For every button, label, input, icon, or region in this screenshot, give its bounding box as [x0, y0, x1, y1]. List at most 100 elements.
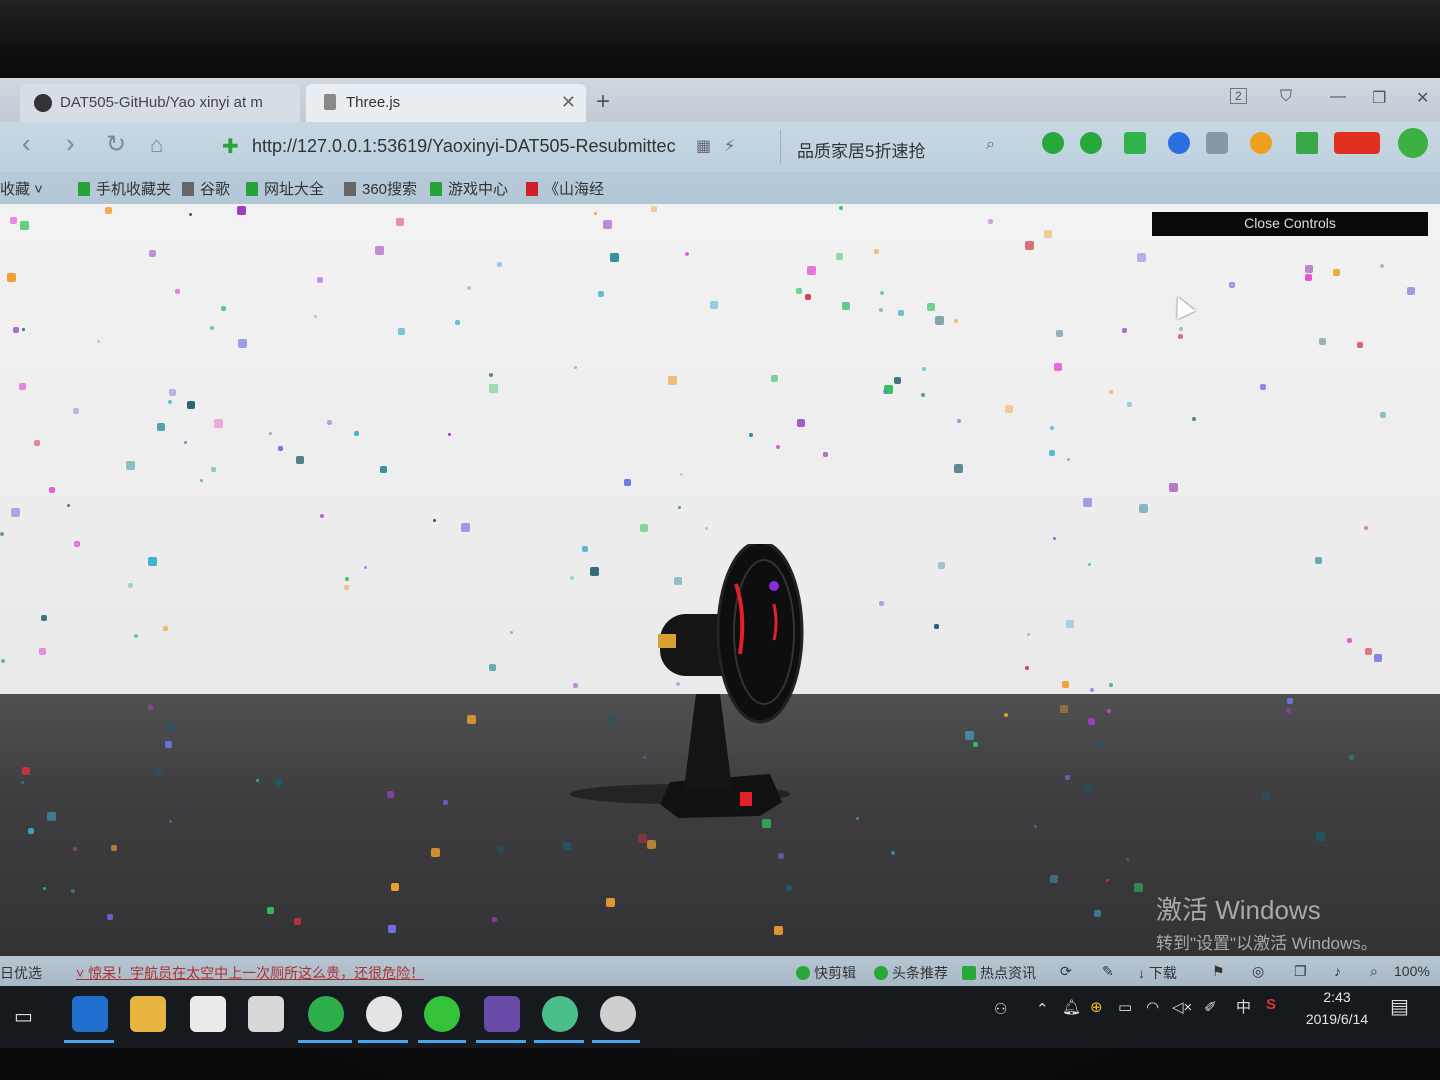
people-icon[interactable]: ⚇: [994, 1000, 1007, 1018]
particle: [364, 566, 367, 569]
task-view-icon[interactable]: ▭: [14, 1004, 33, 1029]
particle: [1333, 269, 1340, 276]
360-browser-icon[interactable]: [308, 996, 344, 1032]
minimize-icon[interactable]: —: [1330, 88, 1346, 106]
edge-icon[interactable]: [72, 996, 108, 1032]
status-item-headlines[interactable]: 头条推荐: [874, 963, 948, 983]
app-icon[interactable]: [366, 996, 402, 1032]
daily-picks-label[interactable]: 日优选: [0, 963, 42, 983]
particle: [1122, 328, 1127, 333]
wifi-icon[interactable]: ◠: [1146, 998, 1159, 1016]
particle: [278, 446, 283, 451]
store-icon[interactable]: [190, 996, 226, 1032]
particle: [807, 266, 816, 275]
close-tab-icon[interactable]: ✕: [561, 92, 576, 113]
particle: [891, 851, 895, 855]
plus-badge-icon[interactable]: ⊕: [1090, 998, 1103, 1016]
pen-icon[interactable]: ✐: [1204, 998, 1217, 1016]
home-icon[interactable]: ⌂: [150, 132, 163, 158]
new-tab-button[interactable]: +: [596, 88, 610, 116]
scissors-icon[interactable]: [1124, 132, 1146, 154]
chrome-like-icon[interactable]: [542, 996, 578, 1032]
back-icon[interactable]: ‹: [22, 128, 31, 159]
particle: [431, 848, 440, 857]
particle: [1027, 633, 1030, 636]
particle: [1137, 253, 1146, 262]
close-controls-button[interactable]: Close Controls: [1152, 212, 1428, 236]
particle: [1286, 708, 1291, 713]
media-icon[interactable]: [484, 996, 520, 1032]
magnifier-icon[interactable]: [1168, 132, 1190, 154]
particle: [1126, 858, 1129, 861]
bell-icon[interactable]: 🔔︎: [1062, 998, 1081, 1016]
speaker-icon[interactable]: ♪: [1334, 963, 1341, 979]
tab-github[interactable]: DAT505-GitHub/Yao xinyi at m: [20, 84, 300, 122]
particle: [610, 253, 619, 262]
search-box[interactable]: 品质家居5折速抢: [780, 130, 1010, 164]
bookmark-shanhai[interactable]: 《山海经: [526, 178, 604, 199]
watermark-subtitle: 转到"设置"以激活 Windows。: [1156, 934, 1378, 953]
file-explorer-icon[interactable]: [130, 996, 166, 1032]
window-icon[interactable]: ❐: [1294, 963, 1307, 980]
particle: [836, 253, 843, 260]
search-icon[interactable]: ⌕: [986, 136, 995, 154]
address-bar[interactable]: ✚ http://127.0.0.1:53619/Yaoxinyi-DAT505…: [212, 130, 772, 164]
fan-stand: [684, 694, 732, 789]
mascot-icon[interactable]: [1398, 128, 1428, 158]
particle: [1139, 504, 1148, 513]
reload-icon[interactable]: ↻: [106, 130, 126, 159]
system-clock[interactable]: 2:43 2019/6/14: [1302, 986, 1372, 1030]
tab-threejs[interactable]: Three.js ✕: [306, 84, 586, 122]
mail-icon[interactable]: [248, 996, 284, 1032]
ime-indicator[interactable]: 中: [1236, 996, 1251, 1017]
clock-time: 2:43: [1323, 989, 1351, 1005]
notification-icon[interactable]: ▤: [1390, 994, 1409, 1019]
particle: [1134, 883, 1143, 892]
qr-icon[interactable]: ▦: [696, 136, 711, 156]
news-ticker[interactable]: ˅ 惊呆！宇航员在太空中上一次厕所这么贵，还很危险！: [76, 963, 424, 983]
pin-icon[interactable]: ✎: [1102, 963, 1114, 980]
bookmark-360search[interactable]: 360搜索: [344, 178, 417, 199]
bookmark-google[interactable]: 谷歌: [182, 178, 230, 199]
lightning-icon[interactable]: ⚡: [724, 136, 735, 156]
forward-icon[interactable]: ›: [66, 128, 75, 159]
gamepad-icon[interactable]: [1206, 132, 1228, 154]
particle: [97, 340, 100, 343]
particle: [771, 375, 778, 382]
particle: [1349, 755, 1354, 760]
refresh-icon[interactable]: ⟳: [1060, 963, 1072, 980]
particle: [574, 366, 577, 369]
battery-icon[interactable]: ▭: [1118, 998, 1132, 1016]
translate-icon[interactable]: [1080, 132, 1102, 154]
bookmark-mobile[interactable]: 手机收藏夹: [78, 178, 171, 199]
particle: [433, 519, 436, 522]
browser-icon[interactable]: ◎: [1252, 963, 1264, 980]
bookmark-games[interactable]: 游戏中心: [430, 178, 508, 199]
extension-icon[interactable]: [1042, 132, 1064, 154]
settings-icon[interactable]: [600, 996, 636, 1032]
coin-icon[interactable]: [1250, 132, 1272, 154]
flag-icon[interactable]: ⚑: [1212, 963, 1225, 980]
activation-watermark: 激活 Windows 转到"设置"以激活 Windows。: [1156, 890, 1378, 954]
close-window-icon[interactable]: ✕: [1416, 88, 1429, 108]
particle: [934, 624, 939, 629]
particle: [839, 206, 843, 210]
apps-icon[interactable]: [1296, 132, 1318, 154]
wechat-icon[interactable]: [424, 996, 460, 1032]
zoom-icon[interactable]: ⌕: [1370, 963, 1378, 980]
status-item-hotnews[interactable]: 热点资讯: [962, 963, 1036, 983]
promo-badge-icon[interactable]: [1334, 132, 1380, 154]
tab-label: Three.js: [346, 94, 401, 111]
bookmark-favorites[interactable]: 收藏 ˅: [0, 178, 43, 199]
status-item-quickcut[interactable]: 快剪辑: [796, 963, 856, 983]
shirt-icon[interactable]: ⛉: [1280, 88, 1292, 106]
mute-icon[interactable]: ◁×: [1172, 998, 1192, 1016]
chevron-up-icon[interactable]: ⌃: [1036, 1000, 1049, 1018]
zoom-level[interactable]: 100%: [1394, 963, 1430, 979]
restore-icon[interactable]: ❐: [1372, 88, 1386, 108]
status-item-download[interactable]: ↓ 下载: [1138, 963, 1177, 983]
window-counter[interactable]: 2: [1230, 88, 1247, 104]
sogou-icon[interactable]: S: [1266, 996, 1276, 1013]
threejs-canvas[interactable]: Close Controls 激活 Windows 转到"设置"以激活 Wind…: [0, 204, 1440, 956]
bookmark-directory[interactable]: 网址大全: [246, 178, 324, 199]
